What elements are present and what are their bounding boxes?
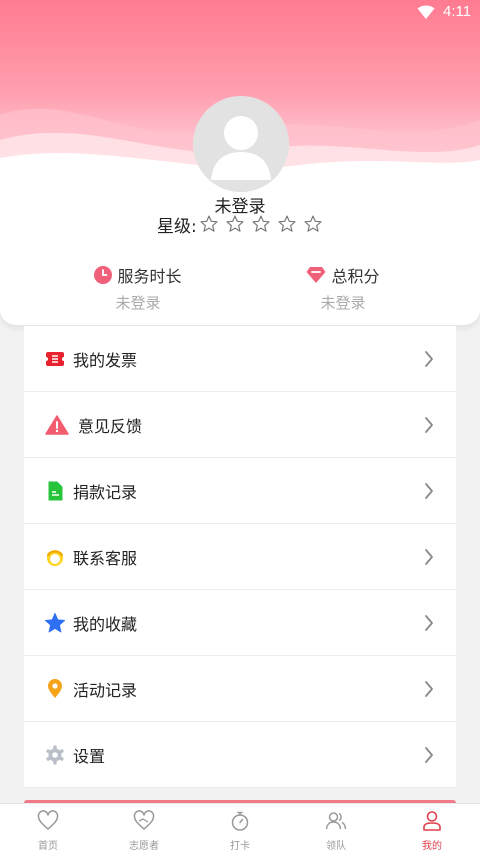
menu-item-feedback[interactable]: 意见反馈: [24, 392, 456, 458]
invoice-icon: [44, 348, 66, 370]
total-points-value: 未登录: [320, 294, 366, 312]
service-hours-value: 未登录: [115, 294, 161, 312]
menu-item-label: 联系客服: [73, 548, 138, 568]
clock-icon: [94, 266, 113, 284]
warning-icon: [44, 414, 70, 436]
menu-item-label: 设置: [73, 746, 106, 766]
status-time: 4:11: [443, 3, 472, 20]
total-points-label: 总积分: [331, 267, 380, 286]
document-icon: [44, 480, 66, 502]
heart-icon: [37, 810, 59, 830]
menu-item-label: 捐款记录: [73, 482, 138, 502]
star-empty-icon: [278, 215, 296, 232]
service-hours-label: 服务时长: [117, 267, 182, 286]
tab-label: 打卡: [230, 841, 250, 852]
star-empty-icon: [200, 215, 218, 232]
menu-item-label: 活动记录: [73, 680, 138, 700]
status-bar: 4:11: [0, 0, 480, 26]
service-hours-stat[interactable]: 服务时长 未登录: [38, 264, 238, 313]
menu-item-activity-record[interactable]: 活动记录: [24, 656, 456, 722]
menu-item-settings[interactable]: 设置: [24, 722, 456, 788]
bottom-tab-bar: 首页 志愿者 打卡 领队 我的: [0, 803, 480, 853]
tab-label: 首页: [38, 841, 58, 852]
menu-item-label: 意见反馈: [78, 416, 143, 436]
customer-service-icon: [44, 546, 66, 568]
gear-icon: [44, 744, 66, 766]
menu-item-label: 我的收藏: [73, 614, 138, 634]
tab-mine[interactable]: 我的: [384, 804, 480, 853]
star-empty-icon: [226, 215, 244, 232]
star-rating: 星级:: [157, 212, 329, 237]
chevron-right-icon: [425, 351, 433, 367]
tab-checkin[interactable]: 打卡: [192, 804, 288, 853]
chevron-right-icon: [425, 747, 433, 763]
team-icon: [325, 812, 347, 830]
menu-item-invoice[interactable]: 我的发票: [24, 326, 456, 392]
total-points-stat[interactable]: 总积分 未登录: [243, 264, 443, 313]
chevron-right-icon: [425, 483, 433, 499]
volunteer-heart-icon: [133, 810, 155, 830]
stopwatch-icon: [231, 811, 249, 831]
chevron-right-icon: [425, 681, 433, 697]
star-rating-label: 星级:: [157, 216, 197, 237]
wifi-icon: [417, 5, 435, 19]
profile-header: 4:11 未登录 星级: 服务时长 未登录 总积分 未登录: [0, 0, 480, 325]
default-avatar-icon: [193, 96, 289, 192]
tab-team-leader[interactable]: 领队: [288, 804, 384, 853]
star-empty-icon: [304, 215, 322, 232]
tab-home[interactable]: 首页: [0, 804, 96, 853]
location-pin-icon: [44, 678, 66, 700]
menu-item-customer-service[interactable]: 联系客服: [24, 524, 456, 590]
star-empty-icon: [252, 215, 270, 232]
chevron-right-icon: [425, 417, 433, 433]
chevron-right-icon: [425, 615, 433, 631]
tab-label: 我的: [422, 841, 442, 852]
menu-item-favorites[interactable]: 我的收藏: [24, 590, 456, 656]
person-icon: [423, 811, 441, 831]
tab-label: 领队: [326, 841, 346, 852]
menu-list: 我的发票 意见反馈 捐款记录 联系客服 我的收藏 活动记录 设置: [24, 326, 456, 788]
menu-item-donation-record[interactable]: 捐款记录: [24, 458, 456, 524]
tab-label: 志愿者: [129, 841, 159, 852]
diamond-icon: [306, 267, 326, 283]
avatar[interactable]: [193, 96, 289, 192]
menu-item-label: 我的发票: [73, 350, 138, 370]
star-icon: [44, 612, 66, 634]
tab-volunteer[interactable]: 志愿者: [96, 804, 192, 853]
chevron-right-icon: [425, 549, 433, 565]
